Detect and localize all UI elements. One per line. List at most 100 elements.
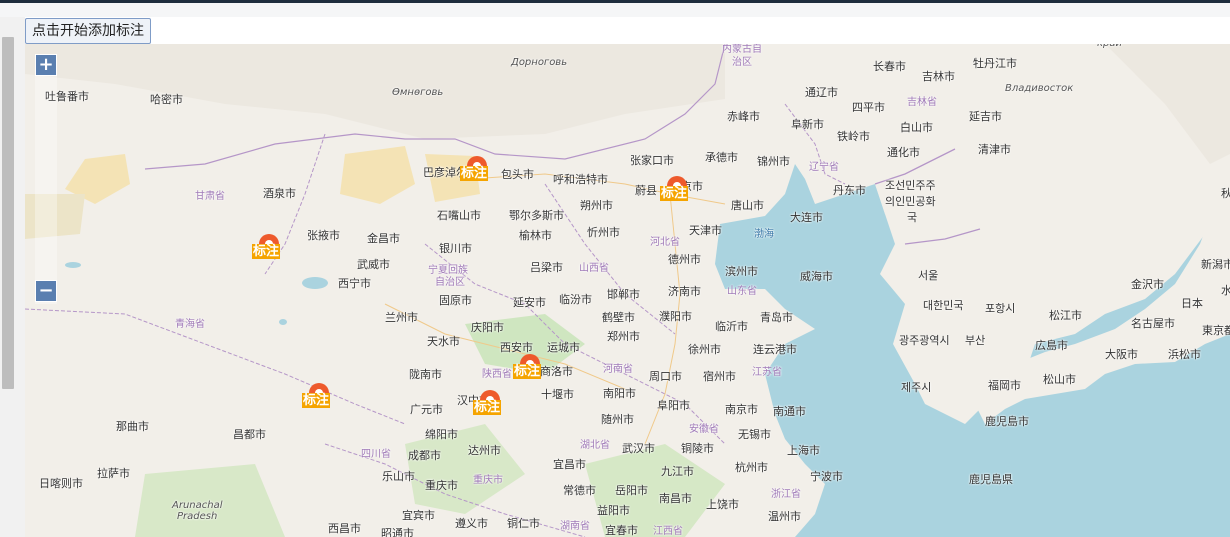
zoom-in-button[interactable]: + xyxy=(35,54,57,76)
province-label: 吉林省 xyxy=(907,97,937,108)
city-label: 临汾市 xyxy=(559,293,592,306)
city-label: 连云港市 xyxy=(753,343,797,356)
city-label: 达州市 xyxy=(468,444,501,457)
city-label: 阜新市 xyxy=(791,118,824,131)
city-label: 威海市 xyxy=(800,270,833,283)
city-label: 武汉市 xyxy=(622,442,655,455)
city-label: 银川市 xyxy=(439,242,472,255)
foreign-region-label: Pradesh xyxy=(177,511,218,522)
city-label: 大连市 xyxy=(790,211,823,224)
city-label: 牡丹江市 xyxy=(973,57,1017,70)
city-label: 益阳市 xyxy=(597,504,630,517)
city-label: 宁波市 xyxy=(810,470,843,483)
city-label: 昭通市 xyxy=(381,527,414,537)
city-label: 酒泉市 xyxy=(263,187,296,200)
add-marker-button[interactable]: 点击开始添加标注 xyxy=(25,18,151,44)
city-label: 赤峰市 xyxy=(727,110,760,123)
province-label: 辽宁省 xyxy=(809,162,839,173)
city-label: 铜陵市 xyxy=(681,442,714,455)
map-marker[interactable]: 标注 xyxy=(302,378,334,417)
map-marker[interactable]: 标注 xyxy=(473,385,505,424)
city-label: 阜阳市 xyxy=(657,399,690,412)
city-label: 德州市 xyxy=(668,253,701,266)
map-view[interactable]: + − 吐鲁番市 哈密市 酒泉市 张掖市 金昌市 武威市 西宁市 兰州市 巴彦淖尔市 包头市 呼和浩… xyxy=(25,44,1230,537)
city-label: 常德市 xyxy=(563,484,596,497)
city-label: 吉林市 xyxy=(922,70,955,83)
province-label: 山西省 xyxy=(579,263,609,274)
city-label: 温州市 xyxy=(768,510,801,523)
city-label: 西宁市 xyxy=(338,277,371,290)
city-label: 绵阳市 xyxy=(425,428,458,441)
province-label: 湖北省 xyxy=(580,440,610,451)
city-label: 陇南市 xyxy=(409,368,442,381)
foreign-region-label: Владивосток xyxy=(1005,83,1074,94)
japan-place-label: 大阪市 xyxy=(1105,348,1138,361)
city-label: 广元市 xyxy=(410,403,443,416)
province-label: 重庆市 xyxy=(473,475,503,486)
city-label: 包头市 xyxy=(501,168,534,181)
marker-label: 标注 xyxy=(513,364,542,379)
city-label: 天水市 xyxy=(427,335,460,348)
japan-place-label: 広島市 xyxy=(1035,339,1068,352)
city-label: 济南市 xyxy=(668,285,701,298)
city-label: 濮阳市 xyxy=(659,310,692,323)
city-label: 铁岭市 xyxy=(837,130,870,143)
province-label: 自治区 xyxy=(435,277,465,288)
city-label: 丹东市 xyxy=(833,184,866,197)
map-marker[interactable]: 标注 xyxy=(252,229,284,268)
province-label: 治区 xyxy=(732,57,752,68)
city-label: 忻州市 xyxy=(587,226,620,239)
city-label: 石嘴山市 xyxy=(437,209,481,222)
city-label: 上饶市 xyxy=(706,498,739,511)
city-label: 拉萨市 xyxy=(97,467,130,480)
korea-place-label: 대한민국 xyxy=(923,299,964,312)
city-label: 郑州市 xyxy=(607,330,640,343)
japan-place-label: 新潟市 xyxy=(1201,258,1230,271)
city-label: 临沂市 xyxy=(715,320,748,333)
zoom-out-button[interactable]: − xyxy=(35,280,57,302)
map-marker[interactable]: 标注 xyxy=(460,151,492,190)
japan-place-label: 浜松市 xyxy=(1168,348,1201,361)
city-label: 岳阳市 xyxy=(615,484,648,497)
japan-place-label: 松江市 xyxy=(1049,309,1082,322)
map-marker[interactable]: 标注 xyxy=(513,349,545,388)
city-label: 西昌市 xyxy=(328,522,361,535)
foreign-region-label: край xyxy=(1097,44,1122,49)
province-label: 江西省 xyxy=(653,526,683,537)
city-label: 南京市 xyxy=(725,403,758,416)
city-label: 徐州市 xyxy=(688,343,721,356)
province-label: 四川省 xyxy=(361,449,391,460)
city-label: 南昌市 xyxy=(659,492,692,505)
korea-place-label: 의인민공화 xyxy=(885,195,936,208)
city-label: 四平市 xyxy=(852,101,885,114)
city-label: 庆阳市 xyxy=(471,321,504,334)
city-label: 昌都市 xyxy=(233,428,266,441)
map-marker[interactable]: 标注 xyxy=(660,171,692,210)
province-label: 安徽省 xyxy=(689,424,719,435)
city-label: 张掖市 xyxy=(307,229,340,242)
city-label: 随州市 xyxy=(601,413,634,426)
japan-place-label: 水 xyxy=(1221,284,1230,297)
city-label: 固原市 xyxy=(439,294,472,307)
city-label: 清津市 xyxy=(978,143,1011,156)
japan-place-label: 福岡市 xyxy=(988,379,1021,392)
korea-place-label: 조선민주주 xyxy=(885,179,936,192)
city-label: 通辽市 xyxy=(805,86,838,99)
city-label: 延吉市 xyxy=(969,110,1002,123)
korea-place-label: 포항시 xyxy=(985,302,1016,315)
city-label: 宜春市 xyxy=(605,524,638,537)
city-label: 张家口市 xyxy=(630,154,674,167)
city-label: 锦州市 xyxy=(757,155,790,168)
city-label: 吕梁市 xyxy=(530,261,563,274)
city-label: 无锡市 xyxy=(738,428,771,441)
city-label: 通化市 xyxy=(887,146,920,159)
city-label: 西安市 xyxy=(500,341,533,354)
province-label: 陕西省 xyxy=(482,369,512,380)
vertical-scrollbar[interactable] xyxy=(2,37,14,389)
city-label: 宜昌市 xyxy=(553,458,586,471)
province-label: 山东省 xyxy=(727,286,757,297)
city-label: 金昌市 xyxy=(367,232,400,245)
city-label: 乐山市 xyxy=(382,470,415,483)
province-label: 浙江省 xyxy=(771,489,801,500)
city-label: 宜宾市 xyxy=(402,509,435,522)
